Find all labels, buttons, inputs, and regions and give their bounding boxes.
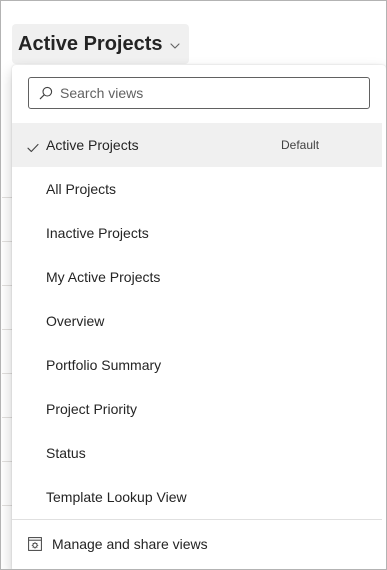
background-row-divider: [2, 197, 12, 198]
view-item-label: Project Priority: [46, 401, 138, 417]
checkmark-icon: [27, 140, 39, 153]
search-icon: [39, 86, 53, 100]
view-item-label: Overview: [46, 313, 105, 329]
manage-and-share-views-label: Manage and share views: [52, 536, 208, 552]
background-row-divider: [2, 373, 12, 374]
view-list: Active Projects Default All Projects Ina…: [12, 123, 382, 519]
view-item-label: Active Projects: [46, 137, 139, 153]
view-item-label: Status: [46, 445, 86, 461]
check-slot: [12, 140, 46, 153]
view-item-active-projects[interactable]: Active Projects Default: [12, 123, 382, 167]
view-item-overview[interactable]: Overview: [12, 299, 382, 343]
view-item-project-priority[interactable]: Project Priority: [12, 387, 382, 431]
background-row-divider: [2, 417, 12, 418]
view-selector-button[interactable]: Active Projects: [12, 24, 189, 64]
search-input[interactable]: [60, 85, 369, 101]
settings-window-icon: [28, 537, 42, 551]
view-item-my-active-projects[interactable]: My Active Projects: [12, 255, 382, 299]
view-item-label: Template Lookup View: [46, 489, 187, 505]
chevron-down-icon: [169, 39, 181, 51]
view-item-all-projects[interactable]: All Projects: [12, 167, 382, 211]
background-row-divider: [2, 329, 12, 330]
view-item-label: All Projects: [46, 181, 117, 197]
background-row-divider: [2, 285, 12, 286]
background-row-divider: [2, 505, 12, 506]
view-selector-title: Active Projects: [18, 32, 163, 55]
background-row-divider: [2, 461, 12, 462]
view-item-inactive-projects[interactable]: Inactive Projects: [12, 211, 382, 255]
menu-divider: [12, 519, 382, 520]
default-badge: Default: [281, 138, 320, 152]
background-row-divider: [2, 241, 12, 242]
manage-and-share-views-button[interactable]: Manage and share views: [12, 522, 382, 566]
views-flyout-menu: Active Projects Default All Projects Ina…: [12, 65, 386, 569]
view-item-label: Portfolio Summary: [46, 357, 162, 373]
view-item-template-lookup-view[interactable]: Template Lookup View: [12, 475, 382, 519]
view-item-portfolio-summary[interactable]: Portfolio Summary: [12, 343, 382, 387]
search-box[interactable]: [28, 77, 370, 109]
app-frame: Active Projects Search views Active Proj…: [0, 0, 387, 570]
view-item-label: My Active Projects: [46, 269, 161, 285]
view-item-status[interactable]: Status: [12, 431, 382, 475]
view-item-label: Inactive Projects: [46, 225, 149, 241]
